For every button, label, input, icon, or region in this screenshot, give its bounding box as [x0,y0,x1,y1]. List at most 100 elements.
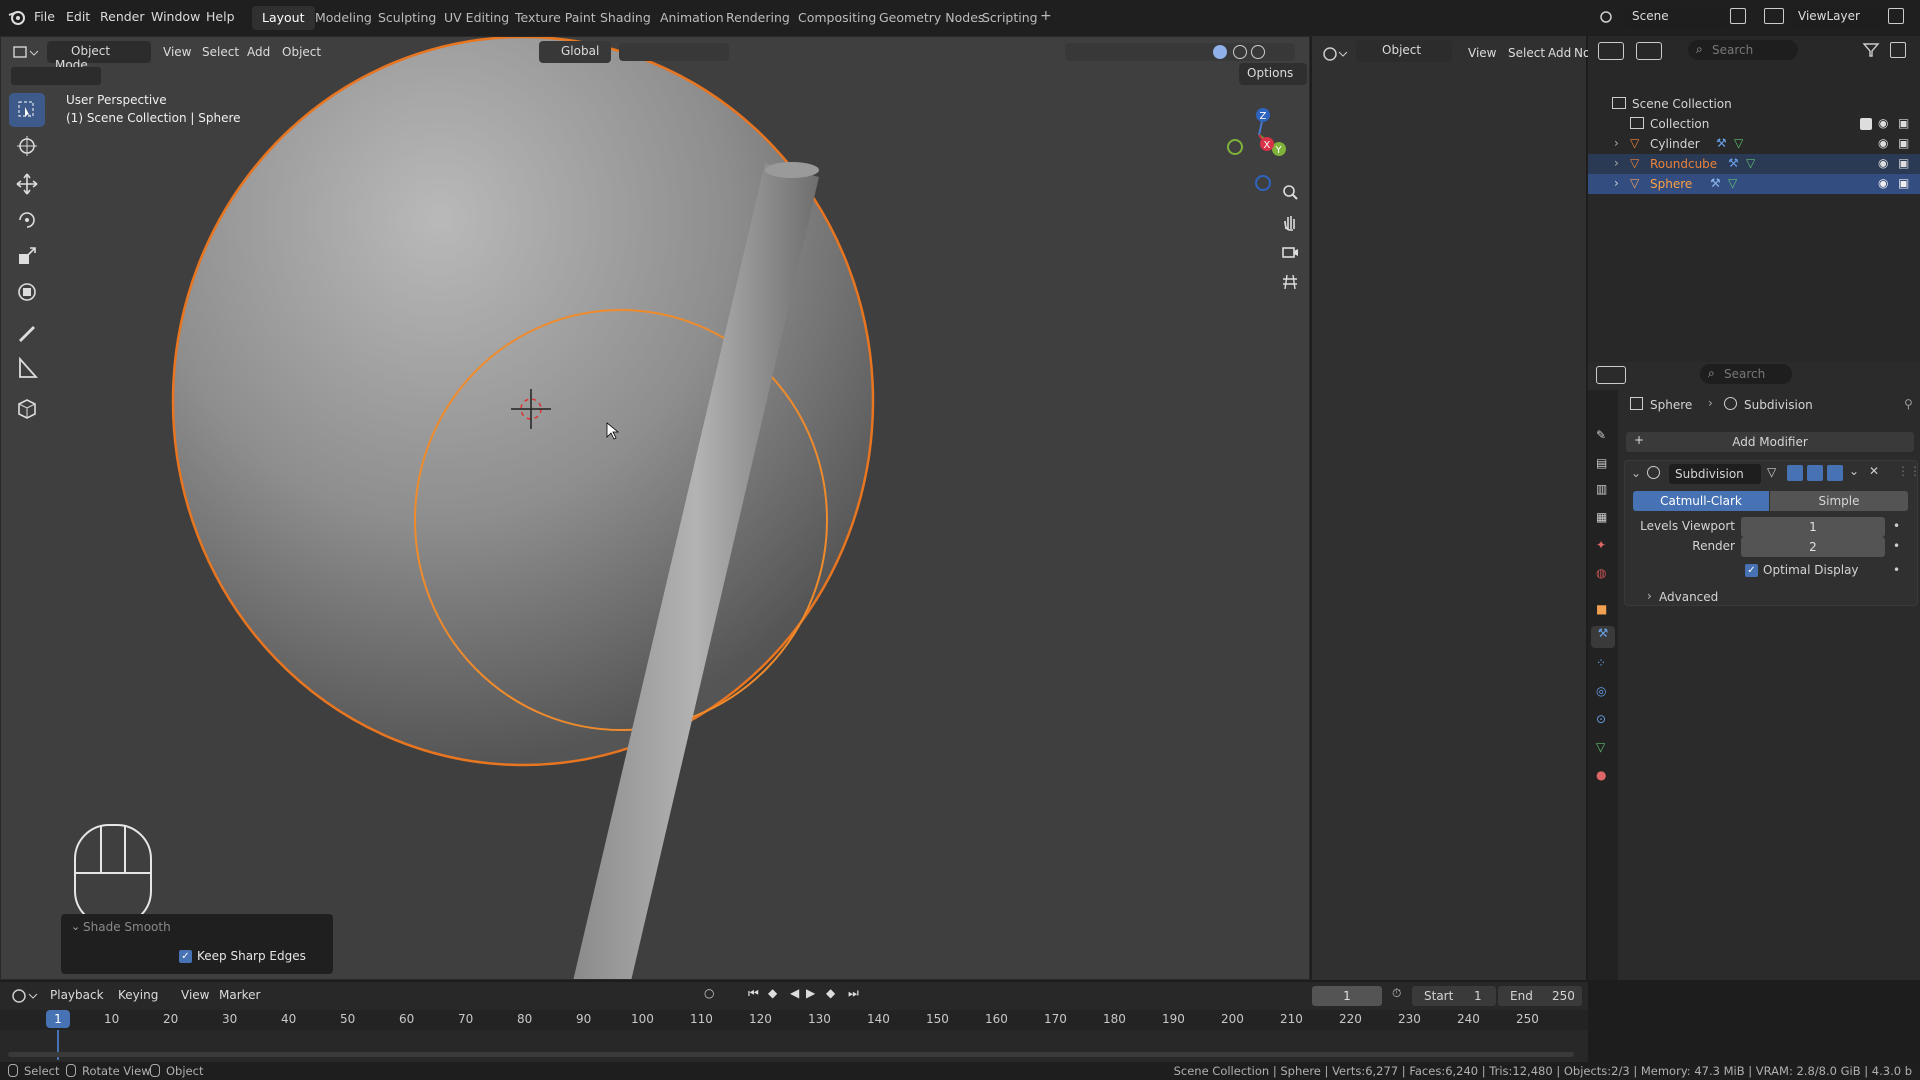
chevron-down-icon[interactable]: ⌄ [1631,466,1641,480]
timeline-menu-marker[interactable]: Marker [219,988,260,1002]
current-frame-field[interactable]: 1 [1312,986,1382,1006]
outliner-row-roundcube[interactable]: › ▽ Roundcube ⚒ ▽ ◉ ▣ [1588,154,1920,174]
camera-view-icon[interactable] [1277,239,1303,265]
mesh-data-icon[interactable]: ▽ [1746,156,1755,170]
output-tab-icon[interactable]: ▥ [1596,482,1607,496]
pan-hand-icon[interactable] [1277,209,1303,235]
add-modifier-button[interactable]: + Add Modifier [1626,432,1914,452]
render-levels-field[interactable]: 2 [1741,537,1885,557]
blender-logo-icon[interactable] [8,8,26,26]
camera-icon[interactable]: ▣ [1898,116,1909,130]
editor-type-icon[interactable] [11,43,39,63]
properties-search-field[interactable]: ⌕ Search [1700,364,1792,384]
menu-edit[interactable]: Edit [66,9,90,24]
view-layer-icon[interactable] [1764,8,1784,24]
end-frame-field[interactable]: End 250 [1498,986,1582,1006]
viewport-menu-view[interactable]: View [163,45,191,59]
wrench-icon[interactable]: ⚒ [1716,136,1727,150]
cursor-tool[interactable] [9,129,45,163]
menu-render[interactable]: Render [100,9,145,24]
viewport-scene[interactable] [1,37,1310,980]
transform-orientation-dropdown[interactable]: Global [539,41,611,63]
mode-dropdown[interactable]: Object Mode [47,41,151,72]
wrench-icon[interactable]: ⚒ [1728,156,1739,170]
pin-icon[interactable]: ⚲ [1904,397,1913,411]
menu-help[interactable]: Help [206,9,235,24]
viewport-toggle-icon[interactable] [1807,465,1823,481]
render-tab-icon[interactable]: ▤ [1596,456,1607,470]
particles-tab-icon[interactable]: ⁘ [1596,656,1606,670]
options-dropdown[interactable]: Options [1239,63,1307,85]
view-layer-tab-icon[interactable]: ▦ [1596,510,1607,524]
eye-icon[interactable]: ◉ [1878,156,1888,170]
cage-toggle-icon[interactable] [1787,465,1803,481]
next-keyframe-icon[interactable]: ◆ [826,986,835,1000]
keyframe-dot-icon[interactable]: • [1893,539,1900,553]
keyframe-dot-icon[interactable]: • [1893,519,1900,533]
rendered-shading-icon[interactable] [1251,45,1265,59]
add-workspace-icon[interactable]: + [1040,8,1052,24]
outliner-row-collection[interactable]: Collection ◉ ▣ [1588,114,1920,134]
wrench-icon[interactable]: ⚒ [1710,176,1721,190]
material-shading-icon[interactable] [1233,45,1247,59]
playhead[interactable]: 1 [46,1010,70,1028]
render-toggle-icon[interactable] [1827,465,1843,481]
outliner-row-scene-collection[interactable]: Scene Collection [1588,94,1920,114]
editor2-type-icon[interactable] [1322,44,1348,64]
last-operator-title[interactable]: Shade Smooth [83,920,171,934]
timeline-menu-playback[interactable]: Playback [50,988,104,1002]
edit-mode-toggle-icon[interactable]: ▽ [1767,465,1776,479]
modifier-name-field[interactable]: Subdivision [1669,464,1761,484]
measure-tool[interactable] [9,351,45,385]
dropdown-chevron-icon[interactable]: ⌄ [1849,464,1859,478]
select-box-tool[interactable] [9,93,45,127]
physics-tab-icon[interactable]: ◎ [1596,684,1606,698]
shading-toolbar[interactable] [1065,43,1295,61]
select-mode-buttons[interactable] [11,67,101,85]
eye-icon[interactable]: ◉ [1878,116,1888,130]
data-tab-icon[interactable]: ▽ [1596,740,1605,754]
outliner-search-field[interactable]: ⌕ Search [1688,40,1798,60]
camera-icon[interactable]: ▣ [1898,176,1909,190]
advanced-subpanel-label[interactable]: Advanced [1659,590,1718,604]
new-view-layer-icon[interactable] [1888,8,1904,24]
outliner-editor-type-icon[interactable] [1598,42,1624,60]
transform-tool[interactable] [9,275,45,309]
timeline-editor-type-icon[interactable] [10,986,38,1006]
close-icon[interactable]: ✕ [1869,464,1879,478]
view-layer-field[interactable]: ViewLayer [1790,6,1886,28]
tab-scripting[interactable]: Scripting [972,6,1048,30]
menu-window[interactable]: Window [151,9,200,24]
outliner-row-sphere[interactable]: › ▽ Sphere ⚒ ▽ ◉ ▣ [1588,174,1920,194]
rotate-tool[interactable] [9,203,45,237]
simple-button[interactable]: Simple [1770,491,1908,511]
mesh-data-icon[interactable]: ▽ [1728,176,1737,190]
menu-file[interactable]: File [34,9,55,24]
modifier-tab-icon[interactable]: ⚒ [1591,626,1615,648]
eye-icon[interactable]: ◉ [1878,136,1888,150]
new-scene-icon[interactable] [1730,8,1746,24]
camera-icon[interactable]: ▣ [1898,136,1909,150]
editor2-menu-view[interactable]: View [1468,46,1496,60]
properties-editor-type-icon[interactable] [1596,366,1626,384]
jump-start-icon[interactable]: ⏮ [748,986,759,1001]
viewport-menu-object[interactable]: Object [282,45,321,59]
outliner-row-cylinder[interactable]: › ▽ Cylinder ⚒ ▽ ◉ ▣ [1588,134,1920,154]
viewport-menu-add[interactable]: Add [247,45,270,59]
prev-keyframe-icon[interactable]: ◆ [768,986,777,1000]
scene-selector-icon[interactable] [1596,6,1620,28]
timeline-scrollbar[interactable] [8,1052,1574,1057]
viewport-menu-select[interactable]: Select [202,45,239,59]
start-frame-field[interactable]: Start 1 [1412,986,1496,1006]
catmull-clark-button[interactable]: Catmull-Clark [1633,491,1769,511]
second-editor-area[interactable]: Object View Select Add No [1312,36,1590,980]
stopwatch-icon[interactable]: ⏱ [1392,986,1401,1001]
constraints-tab-icon[interactable]: ⊙ [1596,712,1606,726]
chevron-right-icon[interactable]: › [1614,176,1619,190]
new-collection-icon[interactable] [1890,42,1906,58]
chevron-right-icon[interactable]: › [1614,156,1619,170]
levels-viewport-field[interactable]: 1 [1741,517,1885,537]
solid-shading-icon[interactable] [1213,45,1227,59]
camera-icon[interactable]: ▣ [1898,156,1909,170]
scene-name-field[interactable]: Scene [1624,6,1728,28]
